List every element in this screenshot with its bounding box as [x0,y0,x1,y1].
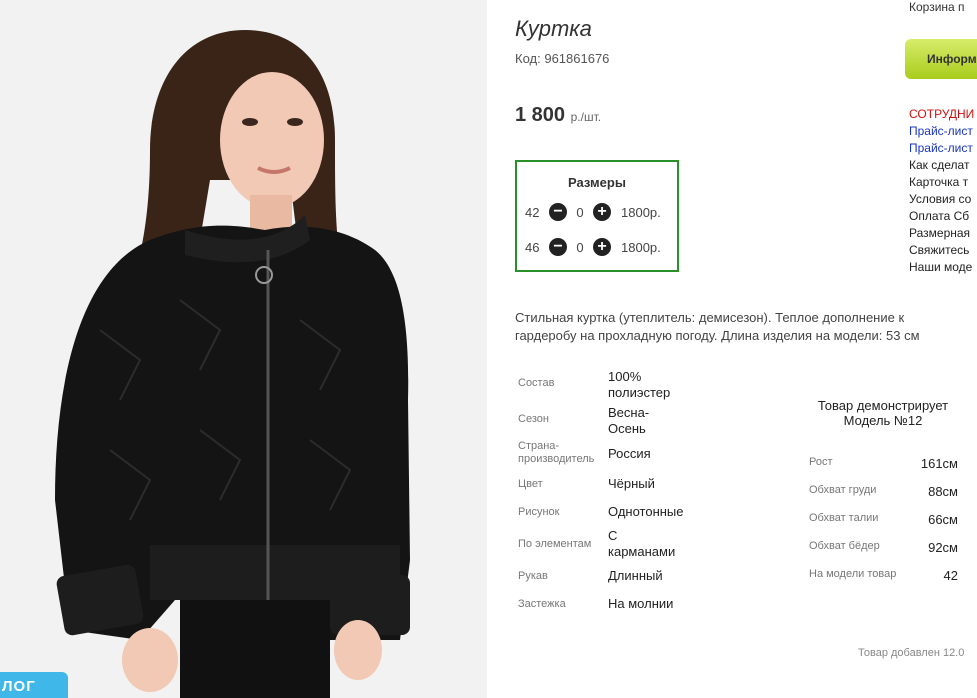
size-row: 42 − 0 + 1800р. [525,202,661,222]
model-value: 66см [928,512,958,527]
plus-circle-icon[interactable]: + [593,238,611,256]
quantity-value[interactable]: 0 [567,205,593,220]
sidebar-link[interactable]: Размерная [909,225,974,242]
product-code: Код: 961861676 [515,51,609,66]
sidebar-link[interactable]: Оплата Сб [909,208,974,225]
spec-key: Сезон [518,413,549,425]
price-value: 1 800 [515,104,566,126]
product-code-value: 961861676 [544,51,610,66]
catalog-badge[interactable]: ЛОГ [0,672,68,698]
sizes-box: Размеры 42 − 0 + 1800р. 46 − 0 + 1800р. [515,160,679,272]
spec-key: Застежка [518,598,566,610]
sidebar-link[interactable]: СОТРУДНИ [909,106,974,123]
product-code-label: Код: [515,51,541,66]
sidebar-link[interactable]: Прайс-лист [909,140,974,157]
spec-value: Длинный [608,568,663,583]
sizes-title: Размеры [568,175,626,190]
minus-circle-icon[interactable]: − [549,203,567,221]
spec-value: Однотонные [608,504,684,519]
model-value: 92см [928,540,958,555]
spec-value: На молнии [608,596,674,611]
model-value: 161см [920,456,958,471]
quantity-value[interactable]: 0 [567,240,593,255]
spec-key: Состав [518,377,555,389]
spec-value: Весна-Осень [608,405,650,436]
model-title: Товар демонстрирует Модель №12 [817,398,949,428]
sidebar-link[interactable]: Карточка т [909,174,974,191]
model-value: 42 [943,568,958,583]
model-key: Обхват бёдер [809,540,880,552]
spec-key: Цвет [518,478,543,490]
plus-circle-icon[interactable]: + [593,203,611,221]
minus-circle-icon[interactable]: − [549,238,567,256]
spec-key: Страна-производитель [518,440,595,465]
info-button[interactable]: Информ [905,39,977,79]
added-date: Товар добавлен 12.0 [858,647,965,659]
spec-value: Россия [608,446,651,461]
spec-key: По элементам [518,538,592,550]
spec-value: Чёрный [608,476,655,491]
spec-value: 100% полиэстер [608,369,671,400]
model-illustration [0,0,487,698]
spec-key: Рукав [518,570,548,582]
product-description: Стильная куртка (утеплитель: демисезон).… [515,310,920,343]
sidebar-link[interactable]: Условия со [909,191,974,208]
model-info: Товар демонстрирует Модель №12 Рост 161с… [808,398,977,583]
model-key: Обхват груди [809,484,877,496]
model-key: Рост [809,456,833,468]
size-row: 46 − 0 + 1800р. [525,237,661,257]
sidebar-link[interactable]: Наши моде [909,259,974,276]
spec-key: Рисунок [518,506,560,518]
cart-link[interactable]: Корзина п [909,0,965,14]
product-price: 1 800 р./шт. [515,104,601,127]
model-key: На модели товар [809,568,897,580]
model-key: Обхват талии [809,512,879,524]
price-unit: р./шт. [570,110,602,124]
model-value: 88см [928,484,958,499]
sidebar-link[interactable]: Свяжитесь [909,242,974,259]
spec-value: С карманами [608,528,676,559]
sidebar-links: СОТРУДНИ Прайс-лист Прайс-лист Как сдела… [909,106,974,276]
size-label: 46 [525,239,540,255]
size-price: 1800р. [621,204,661,220]
product-photo[interactable]: ЛОГ [0,0,487,698]
product-title: Куртка [515,16,592,41]
size-price: 1800р. [621,239,661,255]
sidebar-link[interactable]: Прайс-лист [909,123,974,140]
sidebar-link[interactable]: Как сделат [909,157,974,174]
size-label: 42 [525,204,540,220]
